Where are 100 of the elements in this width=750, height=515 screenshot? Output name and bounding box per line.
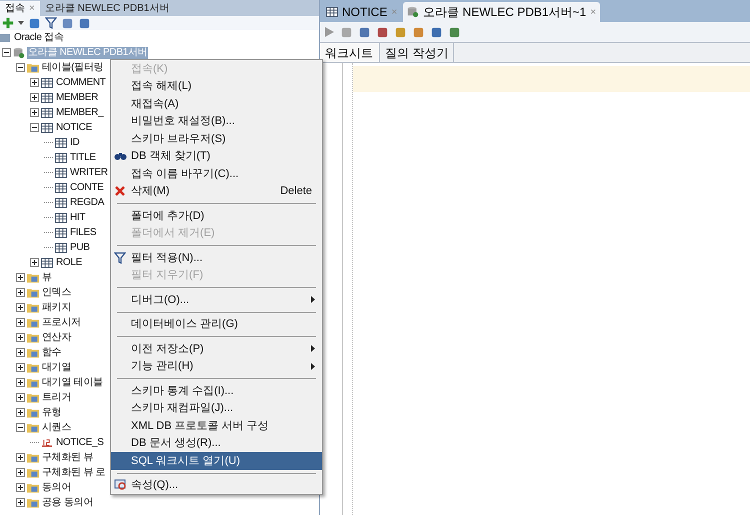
tree-item[interactable]: 동의어 [41,482,72,494]
expand-toggle[interactable] [16,393,25,402]
expand-toggle[interactable] [16,303,25,312]
tab-label: NOTICE [342,4,388,21]
folder-icon [27,332,39,343]
editor-tab[interactable]: 오라클 NEWLEC PDB1서버~1 × [403,2,600,22]
expand-toggle[interactable] [30,108,39,117]
menu-item[interactable]: 폴더에 추가(D) [111,207,322,224]
menu-item[interactable]: 비밀번호 재설정(B)... [111,112,322,130]
expand-toggle[interactable] [16,483,25,492]
editor-subtab[interactable]: 워크시트 [320,43,380,62]
expand-toggle[interactable] [16,348,25,357]
folder-icon [27,62,39,73]
folder-icon [27,467,39,478]
expand-toggle[interactable] [30,258,39,267]
collapse-toggle[interactable] [2,48,11,57]
table-icon [55,182,67,192]
menu-item[interactable]: 필터 적용(N)... [111,249,322,266]
tree-item[interactable]: NOTICE_S [55,436,105,448]
tree-item[interactable]: COMMENT [55,76,107,88]
tree-item[interactable]: 연산자 [41,332,72,344]
tree-item[interactable]: 뷰 [41,272,53,284]
add-icon[interactable] [2,17,14,29]
collapse-toggle[interactable] [16,423,25,432]
expand-toggle[interactable] [16,273,25,282]
expand-toggle[interactable] [16,333,25,342]
menu-item[interactable]: DB 문서 생성(R)... [111,434,322,452]
filter-icon[interactable] [45,17,57,29]
expand-toggle[interactable] [30,78,39,87]
tree-item[interactable]: 대기열 [41,362,72,374]
menu-item[interactable]: 재접속(A) [111,95,322,112]
menu-item[interactable]: 스키마 통계 수집(I)... [111,382,322,400]
tree-item[interactable]: 함수 [41,346,62,358]
tree-item[interactable]: REGDA [69,196,106,208]
expand-toggle[interactable] [16,498,25,507]
menu-item[interactable]: 디버그(O)... [111,291,322,308]
tree-item[interactable]: WRITER [69,166,109,178]
expand-toggle[interactable] [30,93,39,102]
menu-item[interactable]: 스키마 재컴파일(J)... [111,400,322,417]
table-icon [55,198,67,208]
table-icon [55,152,67,162]
tab-label: 오라클 NEWLEC PDB1서버~1 [423,4,586,21]
tree-item[interactable]: MEMBER_ [55,106,104,118]
menu-item[interactable]: 데이터베이스 관리(G) [111,316,322,333]
folder-icon [27,497,39,508]
tree-item[interactable]: Oracle 접속 [13,32,65,44]
folder-icon [27,407,39,418]
tree-item[interactable]: NOTICE [55,122,93,134]
menu-item[interactable]: 속성(Q)... [111,476,322,494]
filter-icon [114,252,126,264]
tree-item[interactable]: ROLE [55,256,84,268]
tree-item[interactable]: 트리거 [41,392,72,404]
menu-item[interactable]: 삭제(M) Delete [111,182,322,200]
expand-toggle[interactable] [16,453,25,462]
menu-item[interactable]: SQL 워크시트 열기(U) [111,452,322,470]
tree-item[interactable]: 구체화된 뷰 로 [41,466,106,478]
tree-item[interactable]: 공용 동의어 [41,496,94,508]
folder-icon [27,317,39,328]
tree-item[interactable]: 패키지 [41,302,72,314]
menu-item[interactable]: XML DB 프로토콜 서버 구성 [111,417,322,434]
tree-item[interactable]: 시퀀스 [41,422,72,434]
tree-item[interactable]: 유형 [41,406,62,418]
menu-item[interactable]: 이전 저장소(P) [111,340,322,358]
table-icon [41,92,53,102]
menu-item[interactable]: 기능 관리(H) [111,358,322,375]
tree-item[interactable]: ID [69,136,80,148]
tree-item[interactable]: TITLE [69,152,97,164]
expand-toggle[interactable] [16,288,25,297]
menu-item[interactable]: 스키마 브라우저(S) [111,130,322,148]
tree-item[interactable]: HIT [69,212,86,224]
folder-icon [27,302,39,313]
menu-item[interactable]: DB 객체 찾기(T) [111,148,322,165]
table-icon [55,138,67,148]
table-icon [41,78,53,88]
tree-item[interactable]: 인덱스 [41,286,72,298]
dropdown-icon[interactable] [18,21,24,25]
table-icon [55,168,67,178]
tree-item[interactable]: 구체화된 뷰 [41,452,94,464]
tree-item[interactable]: 프로시저 [41,316,82,328]
folder-icon [27,377,39,388]
expand-toggle[interactable] [16,363,25,372]
expand-toggle[interactable] [16,378,25,387]
collapse-toggle[interactable] [30,123,39,132]
tree-item[interactable]: 대기열 테이블 [41,376,104,388]
tree-item[interactable]: CONTE [69,182,105,194]
expand-toggle[interactable] [16,318,25,327]
tree-item[interactable]: MEMBER [55,92,100,104]
expand-toggle[interactable] [16,408,25,417]
editor-subtab[interactable]: 질의 작성기 [380,43,454,62]
tree-item[interactable]: PUB [69,242,91,254]
panel-tab[interactable]: 접속 × [0,1,40,16]
collapse-toggle[interactable] [16,63,25,72]
menu-item[interactable]: 접속 이름 바꾸기(C)... [111,165,322,182]
table-icon [55,212,67,222]
folder-icon [27,272,39,283]
tree-item[interactable]: 테이블(필터링 [41,62,104,74]
tree-item[interactable]: FILES [69,226,98,238]
editor-tab[interactable]: NOTICE × [322,2,402,22]
menu-item[interactable]: 접속 해제(L) [111,78,322,95]
expand-toggle[interactable] [16,468,25,477]
